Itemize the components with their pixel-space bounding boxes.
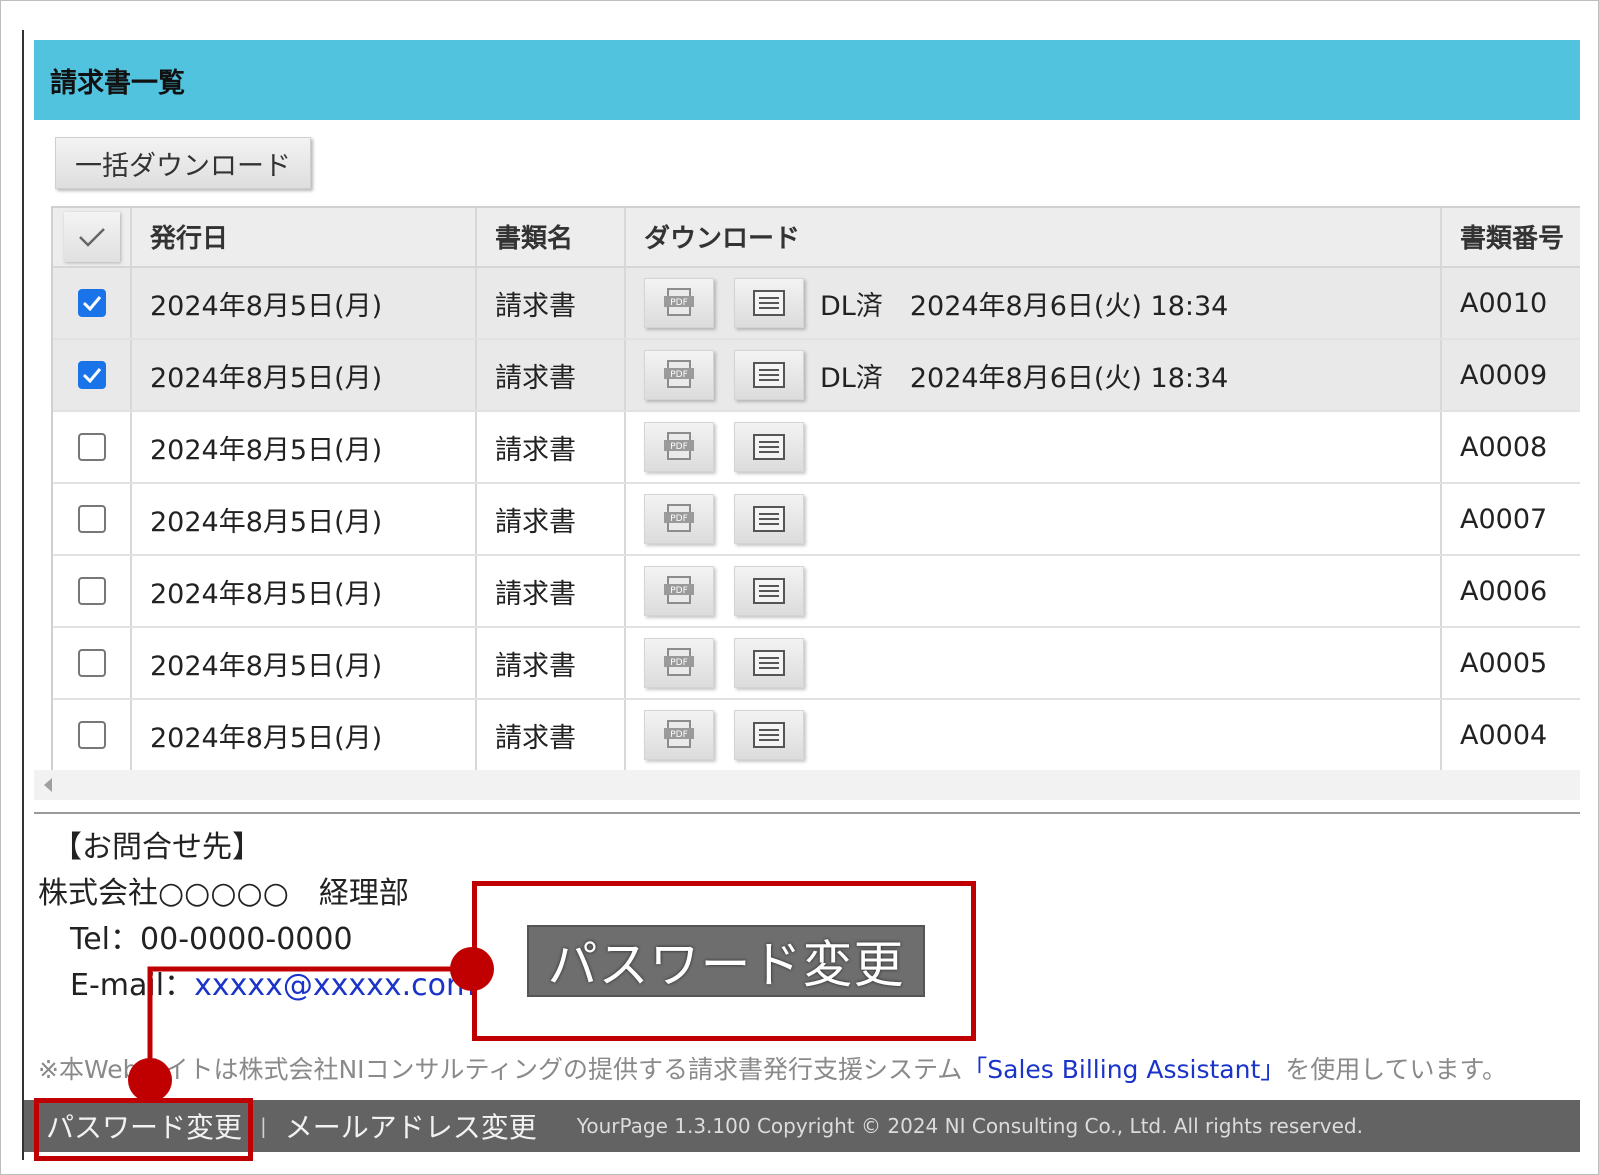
callout-connector bbox=[128, 947, 494, 1102]
